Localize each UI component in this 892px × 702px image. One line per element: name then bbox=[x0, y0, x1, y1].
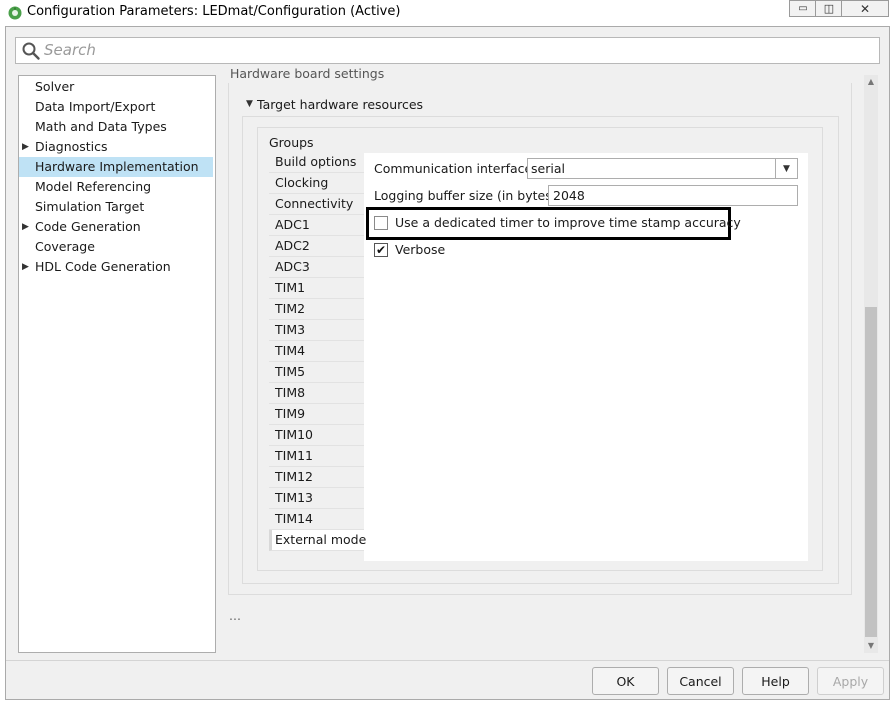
search-input[interactable] bbox=[44, 40, 864, 60]
tree-item-label: Code Generation bbox=[35, 219, 141, 234]
group-tab[interactable]: TIM9 bbox=[269, 404, 364, 425]
window-title: Configuration Parameters: LEDmat/Configu… bbox=[27, 4, 401, 19]
tree-item-label: Diagnostics bbox=[35, 139, 108, 154]
tree-item-label: Solver bbox=[35, 79, 75, 94]
group-tab[interactable]: TIM14 bbox=[269, 509, 364, 530]
dedicated-timer-label[interactable]: Use a dedicated timer to improve time st… bbox=[395, 215, 741, 230]
tree-item[interactable]: Coverage bbox=[19, 237, 213, 257]
group-tab[interactable]: TIM12 bbox=[269, 467, 364, 488]
scroll-up-icon[interactable]: ▲ bbox=[864, 76, 878, 88]
group-tab[interactable]: ADC1 bbox=[269, 215, 364, 236]
search-icon bbox=[22, 42, 40, 60]
group-tab[interactable]: TIM11 bbox=[269, 446, 364, 467]
close-icon: ✕ bbox=[859, 1, 871, 16]
minimize-icon: ▭ bbox=[798, 3, 808, 14]
communication-interface-value: serial bbox=[531, 161, 565, 176]
group-tab[interactable]: TIM5 bbox=[269, 362, 364, 383]
expand-arrow-icon[interactable]: ▶ bbox=[22, 142, 29, 152]
tree-item[interactable]: Diagnostics bbox=[19, 137, 213, 157]
tree-item[interactable]: Data Import/Export bbox=[19, 97, 213, 117]
scrollbar-thumb[interactable] bbox=[865, 307, 877, 637]
communication-interface-label: Communication interface: bbox=[374, 161, 537, 176]
maximize-icon: ◫ bbox=[823, 2, 835, 15]
close-button[interactable]: ✕ bbox=[841, 0, 889, 17]
group-tab[interactable]: TIM13 bbox=[269, 488, 364, 509]
tree-item[interactable]: Math and Data Types bbox=[19, 117, 213, 137]
dedicated-timer-checkbox[interactable] bbox=[374, 216, 388, 230]
scroll-down-icon[interactable]: ▼ bbox=[864, 640, 878, 652]
help-button[interactable]: Help bbox=[742, 667, 809, 695]
groups-label: Groups bbox=[269, 135, 314, 150]
chevron-down-icon[interactable]: ▼ bbox=[775, 159, 797, 178]
expand-arrow-icon[interactable]: ▶ bbox=[22, 262, 29, 272]
ok-button[interactable]: OK bbox=[592, 667, 659, 695]
group-tab[interactable]: TIM8 bbox=[269, 383, 364, 404]
tree-item-label: Math and Data Types bbox=[35, 119, 167, 134]
group-tab[interactable]: TIM10 bbox=[269, 425, 364, 446]
group-tab[interactable]: Connectivity bbox=[269, 194, 364, 215]
group-tab[interactable]: Clocking bbox=[269, 173, 364, 194]
tree-item-label: Hardware Implementation bbox=[35, 159, 199, 174]
group-tab[interactable]: External mode bbox=[269, 530, 366, 551]
tree-item[interactable]: HDL Code Generation bbox=[19, 257, 213, 277]
cancel-button[interactable]: Cancel bbox=[667, 667, 734, 695]
expand-arrow-icon[interactable]: ▼ bbox=[246, 99, 253, 109]
verbose-checkbox[interactable]: ✔ bbox=[374, 243, 388, 257]
tree-item-label: Simulation Target bbox=[35, 199, 145, 214]
more-indicator: ... bbox=[229, 608, 241, 623]
tree-item[interactable]: Hardware Implementation bbox=[19, 157, 213, 177]
expand-arrow-icon[interactable]: ▶ bbox=[22, 222, 29, 232]
checkmark-icon: ✔ bbox=[375, 243, 387, 257]
maximize-button[interactable]: ◫ bbox=[815, 0, 842, 17]
footer-divider bbox=[6, 660, 889, 661]
tree-item[interactable]: Solver bbox=[19, 77, 213, 97]
matlab-app-icon bbox=[8, 6, 22, 20]
communication-interface-select[interactable] bbox=[527, 158, 798, 179]
group-tab[interactable]: ADC3 bbox=[269, 257, 364, 278]
minimize-button[interactable]: ▭ bbox=[789, 0, 816, 17]
group-tab[interactable]: TIM3 bbox=[269, 320, 364, 341]
logging-buffer-label: Logging buffer size (in bytes): bbox=[374, 188, 561, 203]
tree-item[interactable]: Code Generation bbox=[19, 217, 213, 237]
group-tab[interactable]: ADC2 bbox=[269, 236, 364, 257]
target-hardware-resources-label[interactable]: Target hardware resources bbox=[257, 97, 423, 112]
group-tab[interactable]: TIM2 bbox=[269, 299, 364, 320]
group-tab[interactable]: Build options bbox=[269, 152, 364, 173]
tree-item-label: HDL Code Generation bbox=[35, 259, 171, 274]
group-tab[interactable]: TIM1 bbox=[269, 278, 364, 299]
section-header-hardware-board: Hardware board settings bbox=[230, 66, 385, 81]
logging-buffer-input[interactable] bbox=[548, 185, 798, 206]
tree-item-label: Coverage bbox=[35, 239, 95, 254]
group-tab[interactable]: TIM4 bbox=[269, 341, 364, 362]
tree-item[interactable]: Model Referencing bbox=[19, 177, 213, 197]
verbose-label[interactable]: Verbose bbox=[395, 242, 445, 257]
tree-item-label: Model Referencing bbox=[35, 179, 152, 194]
tree-item[interactable]: Simulation Target bbox=[19, 197, 213, 217]
apply-button[interactable]: Apply bbox=[817, 667, 884, 695]
tree-item-label: Data Import/Export bbox=[35, 99, 156, 114]
